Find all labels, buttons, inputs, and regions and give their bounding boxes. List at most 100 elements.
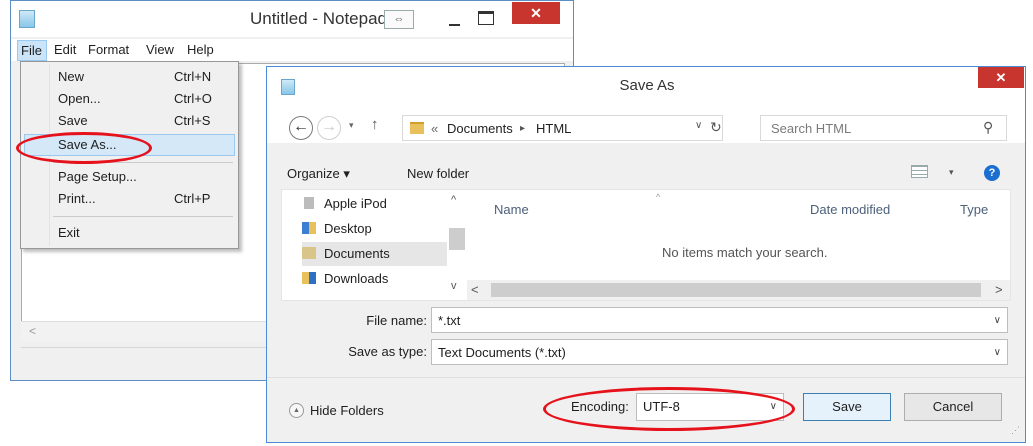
back-button[interactable]: ← <box>289 116 313 140</box>
nav-item-downloads[interactable]: Downloads <box>302 267 462 291</box>
column-header-type[interactable]: Type <box>960 202 988 217</box>
documents-folder-icon <box>302 247 316 259</box>
view-dropdown-icon[interactable]: ▾ <box>949 167 954 178</box>
empty-list-message: No items match your search. <box>662 245 828 260</box>
file-browser: Apple iPod Desktop Documents Downloads ^… <box>281 189 1011 301</box>
breadcrumb-separator[interactable]: ▸ <box>520 123 525 134</box>
resize-grip-icon[interactable]: ⋰ <box>1011 425 1020 436</box>
address-dropdown-icon[interactable]: ∨ <box>695 120 702 131</box>
nav-item-desktop[interactable]: Desktop <box>302 217 462 241</box>
save-as-type-value: Text Documents (*.txt) <box>438 345 566 360</box>
menu-item-print[interactable]: Print... Ctrl+P <box>24 188 235 210</box>
recent-locations-dropdown[interactable]: ▾ <box>349 120 354 131</box>
scroll-right-icon[interactable]: > <box>995 282 1003 297</box>
up-folder-button[interactable]: ↑ <box>371 116 379 133</box>
notepad-app-icon <box>19 10 35 28</box>
menu-file[interactable]: File <box>17 40 47 61</box>
nav-item-documents[interactable]: Documents <box>302 242 462 266</box>
menu-separator <box>53 216 233 217</box>
ipod-icon <box>304 197 314 209</box>
menu-item-shortcut: Ctrl+N <box>174 69 212 84</box>
refresh-icon[interactable]: ↻ <box>710 119 722 136</box>
menu-edit[interactable]: Edit <box>54 42 76 57</box>
view-options-icon[interactable] <box>911 165 928 178</box>
menu-help[interactable]: Help <box>187 42 214 57</box>
menu-item-label: New <box>58 69 85 84</box>
scroll-down-icon[interactable]: v <box>451 280 457 292</box>
scroll-left-icon[interactable]: < <box>29 324 36 338</box>
notepad-menubar: File Edit Format View Help <box>11 39 573 61</box>
scroll-up-icon[interactable]: ^ <box>451 194 456 206</box>
chevron-down-icon[interactable]: ∨ <box>994 347 1001 358</box>
chevron-down-icon[interactable]: ∨ <box>994 315 1001 326</box>
search-icon[interactable]: ⚲ <box>983 119 993 136</box>
save-button[interactable]: Save <box>803 393 891 421</box>
dialog-app-icon <box>281 79 295 95</box>
desktop-folder-icon <box>302 222 316 234</box>
new-folder-button[interactable]: New folder <box>407 166 469 181</box>
menu-item-label: Open... <box>58 91 101 106</box>
notepad-title: Untitled - Notepad <box>249 9 387 28</box>
resize-icon[interactable]: ⇔ <box>384 10 414 29</box>
organize-button[interactable]: Organize ▾ <box>287 166 350 182</box>
minimize-button[interactable] <box>447 13 461 27</box>
menu-item-shortcut: Ctrl+S <box>174 113 211 128</box>
menu-item-label: Save <box>58 113 88 128</box>
menu-item-label: Exit <box>58 225 80 240</box>
save-as-highlight-oval <box>16 132 152 164</box>
menu-item-label: Print... <box>58 191 96 206</box>
breadcrumb-html[interactable]: HTML <box>536 121 571 136</box>
column-header-date-modified[interactable]: Date modified <box>810 202 890 217</box>
save-as-type-label: Save as type: <box>348 344 427 359</box>
file-name-field[interactable]: *.txt ∨ <box>431 307 1008 333</box>
downloads-folder-icon <box>302 272 316 284</box>
navigation-pane: Apple iPod Desktop Documents Downloads ^… <box>282 190 467 300</box>
save-as-type-select[interactable]: Text Documents (*.txt) ∨ <box>431 339 1008 365</box>
column-header-name[interactable]: Name <box>494 202 529 217</box>
menu-item-shortcut: Ctrl+P <box>174 191 211 206</box>
dialog-close-button[interactable]: ✕ <box>978 67 1024 88</box>
encoding-highlight-oval <box>543 387 795 431</box>
cancel-button[interactable]: Cancel <box>904 393 1002 421</box>
menu-item-shortcut: Ctrl+O <box>174 91 212 106</box>
folder-icon <box>410 122 424 134</box>
menu-item-page-setup[interactable]: Page Setup... <box>24 166 235 188</box>
menu-item-open[interactable]: Open... Ctrl+O <box>24 88 235 110</box>
dialog-title: Save As <box>619 77 675 94</box>
nav-item-label: Desktop <box>324 221 372 236</box>
nav-item-label: Apple iPod <box>324 196 387 211</box>
scrollbar-thumb[interactable] <box>449 228 465 250</box>
scrollbar-thumb[interactable] <box>491 283 981 297</box>
search-placeholder: Search HTML <box>771 121 852 136</box>
dialog-navigation-bar: ← → ▾ ↑ « Documents ▸ HTML ∨ ↻ Search HT… <box>267 103 1025 143</box>
sort-indicator-icon: ^ <box>656 192 661 202</box>
menu-item-label: Page Setup... <box>58 169 137 184</box>
help-icon[interactable]: ? <box>984 165 1000 181</box>
menu-format[interactable]: Format <box>88 42 129 57</box>
navigation-pane-scrollbar[interactable]: ^ v <box>447 190 465 300</box>
menu-item-new[interactable]: New Ctrl+N <box>24 66 235 88</box>
search-box[interactable]: Search HTML ⚲ <box>760 115 1007 141</box>
file-name-label: File name: <box>366 313 427 328</box>
nav-item-label: Documents <box>324 246 390 261</box>
address-bar[interactable]: « Documents ▸ HTML ∨ ↻ <box>402 115 723 141</box>
menu-item-exit[interactable]: Exit <box>24 222 235 244</box>
maximize-button[interactable] <box>478 11 494 25</box>
menu-view[interactable]: View <box>146 42 174 57</box>
collapse-up-icon: ▲ <box>289 403 304 418</box>
dialog-divider <box>267 377 1025 378</box>
file-name-value: *.txt <box>438 313 461 328</box>
dialog-toolbar: Organize ▾ New folder ▾ ? <box>267 157 1025 187</box>
scroll-left-icon[interactable]: < <box>471 282 479 297</box>
nav-item-apple-ipod[interactable]: Apple iPod <box>302 192 462 216</box>
notepad-close-button[interactable]: ✕ <box>512 2 560 24</box>
forward-button[interactable]: → <box>317 116 341 140</box>
dialog-titlebar: Save As ✕ <box>267 67 1025 103</box>
hide-folders-label: Hide Folders <box>310 403 384 418</box>
breadcrumb-documents[interactable]: Documents <box>447 121 513 136</box>
notepad-titlebar: Untitled - Notepad ⇔ ✕ <box>11 1 573 37</box>
file-list-horizontal-scrollbar[interactable]: < > <box>467 280 1010 300</box>
breadcrumb-overflow[interactable]: « <box>431 121 438 136</box>
nav-item-label: Downloads <box>324 271 389 286</box>
menu-item-save[interactable]: Save Ctrl+S <box>24 110 235 132</box>
